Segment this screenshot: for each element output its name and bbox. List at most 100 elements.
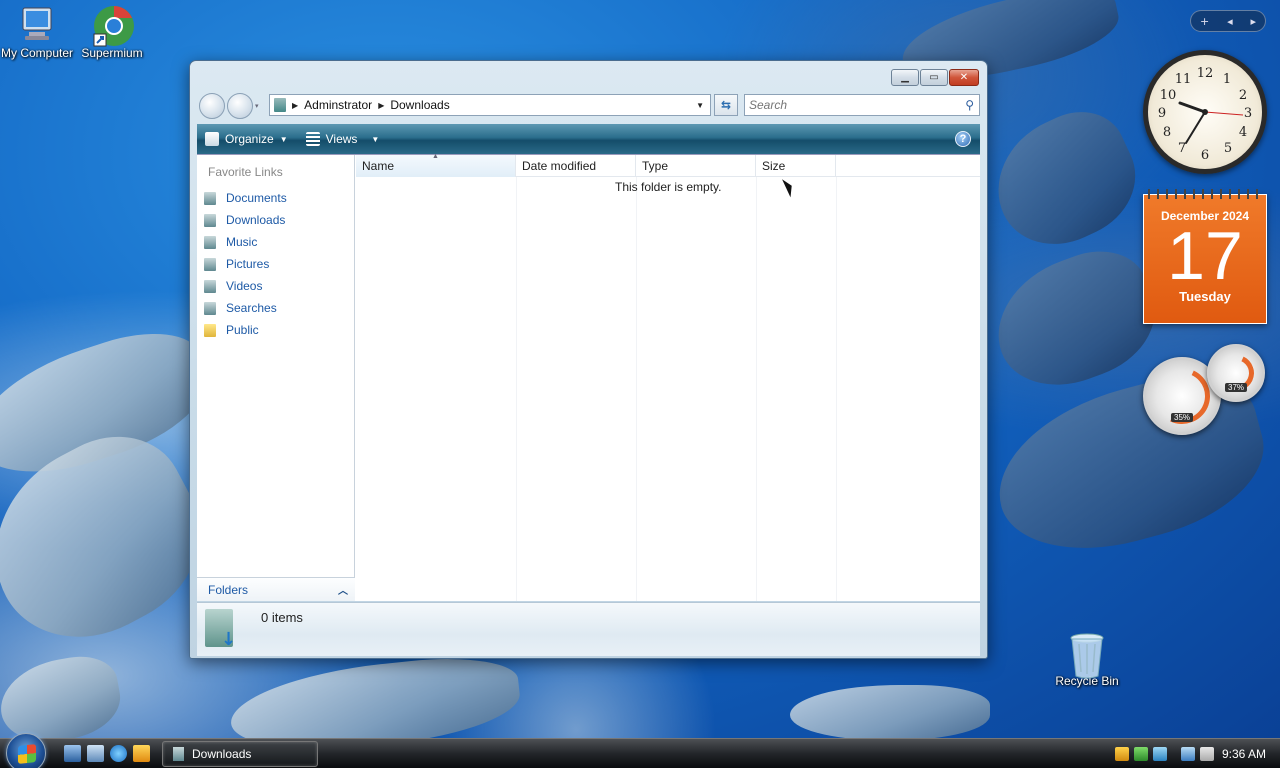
- breadcrumb-arrow-icon[interactable]: ▶: [378, 101, 384, 110]
- address-dropdown-icon[interactable]: ▼: [696, 101, 704, 110]
- views-label: Views: [325, 132, 358, 146]
- search-icon[interactable]: ⚲: [965, 98, 974, 112]
- clock-face-icon: 12 12 345 678 91011: [1158, 66, 1252, 163]
- column-header-size[interactable]: Size: [756, 155, 836, 177]
- nav-item-label: Videos: [226, 279, 263, 293]
- organize-button[interactable]: Organize ▼: [205, 132, 288, 146]
- svg-text:8: 8: [1163, 125, 1171, 140]
- recycle-bin-icon: [1067, 632, 1107, 679]
- forward-button[interactable]: [227, 93, 253, 119]
- sidebar-gadget-controls[interactable]: + ◂ ▸: [1190, 10, 1266, 32]
- explorer-window[interactable]: ▁ ▭ ✕ ▾ ▶ Adminstrator ▶ Downloads ▼ ⇆ ⚲…: [189, 60, 988, 659]
- calendar-day: 17: [1167, 218, 1243, 294]
- svg-text:9: 9: [1158, 106, 1166, 121]
- nav-item-documents[interactable]: Documents: [197, 187, 354, 209]
- svg-text:3: 3: [1244, 106, 1252, 121]
- taskbar-button-downloads[interactable]: Downloads: [162, 741, 318, 767]
- volume-muted-icon[interactable]: [1199, 746, 1214, 761]
- organize-label: Organize: [225, 132, 274, 146]
- calendar-weekday: Tuesday: [1179, 289, 1231, 304]
- checkmark-icon[interactable]: [1133, 746, 1148, 761]
- nav-item-pictures[interactable]: Pictures: [197, 253, 354, 275]
- column-header-name[interactable]: ▲ Name: [356, 153, 516, 177]
- windows-logo-icon: [18, 744, 36, 764]
- desktop-icon-recycle-bin[interactable]: Recycle Bin: [1048, 632, 1126, 688]
- public-folder-icon: [204, 323, 216, 337]
- help-button[interactable]: ?: [955, 131, 971, 147]
- nav-item-videos[interactable]: Videos: [197, 275, 354, 297]
- searches-folder-icon: [204, 301, 216, 315]
- start-button[interactable]: [6, 733, 46, 768]
- desktop-icon-my-computer[interactable]: My Computer: [0, 4, 76, 60]
- organize-icon: [205, 132, 219, 146]
- clock-gadget[interactable]: 12 1 2 345 678 9 10 11: [1143, 50, 1267, 174]
- next-icon[interactable]: ▸: [1251, 15, 1257, 28]
- folders-toggle[interactable]: Folders ︿: [197, 577, 355, 601]
- switch-windows-icon[interactable]: [87, 745, 104, 762]
- add-gadget-icon[interactable]: +: [1200, 15, 1209, 28]
- chevron-down-icon: ▼: [371, 134, 380, 144]
- network-status-icon[interactable]: [1180, 746, 1195, 761]
- show-desktop-icon[interactable]: [64, 745, 81, 762]
- taskbar: Downloads 9:36 AM: [0, 733, 1280, 768]
- nav-item-music[interactable]: Music: [197, 231, 354, 253]
- file-list-pane[interactable]: ▲ Name Date modified Type Size This fold…: [356, 153, 980, 601]
- maximize-button[interactable]: ▭: [920, 69, 948, 86]
- folders-label: Folders: [208, 582, 249, 597]
- memory-meter-gadget[interactable]: 37%: [1207, 344, 1265, 402]
- videos-folder-icon: [204, 279, 216, 293]
- nav-item-label: Pictures: [226, 257, 270, 271]
- nav-item-public[interactable]: Public: [197, 319, 354, 341]
- desktop-icon-label: Supermium: [81, 46, 143, 60]
- address-bar[interactable]: ▶ Adminstrator ▶ Downloads ▼: [269, 94, 711, 116]
- breadcrumb-arrow-icon[interactable]: ▶: [292, 101, 298, 110]
- calendar-gadget[interactable]: December 2024 17 Tuesday: [1143, 189, 1267, 324]
- security-shield-icon[interactable]: [1114, 746, 1129, 761]
- favorite-links-heading: Favorite Links: [208, 165, 283, 179]
- previous-icon[interactable]: ◂: [1227, 15, 1233, 28]
- back-button[interactable]: [199, 93, 225, 119]
- search-input[interactable]: [745, 95, 945, 115]
- recent-pages-dropdown[interactable]: ▾: [255, 102, 263, 110]
- close-button[interactable]: ✕: [949, 69, 979, 86]
- nav-item-label: Music: [226, 235, 258, 249]
- column-header-label: Date modified: [522, 159, 597, 173]
- column-divider: [516, 177, 517, 601]
- wallpaper-fish: [976, 96, 1154, 264]
- svg-text:10: 10: [1160, 88, 1177, 103]
- nav-item-label: Public: [226, 323, 259, 337]
- minimize-button[interactable]: ▁: [891, 69, 919, 86]
- svg-text:5: 5: [1224, 141, 1232, 156]
- sort-ascending-icon: ▲: [432, 153, 439, 160]
- taskbar-clock[interactable]: 9:36 AM: [1222, 747, 1266, 761]
- nav-item-downloads[interactable]: Downloads: [197, 209, 354, 231]
- breadcrumb-item[interactable]: Adminstrator: [304, 98, 372, 112]
- breadcrumb-item[interactable]: Downloads: [390, 98, 449, 112]
- svg-text:4: 4: [1239, 125, 1247, 140]
- supermium-browser-icon: [92, 4, 134, 47]
- column-header-type[interactable]: Type: [636, 155, 756, 177]
- nav-item-label: Documents: [226, 191, 287, 205]
- nav-item-searches[interactable]: Searches: [197, 297, 354, 319]
- documents-folder-icon: [204, 191, 216, 205]
- window-controls: ▁ ▭ ✕: [891, 69, 979, 86]
- internet-explorer-icon[interactable]: [110, 745, 127, 762]
- media-player-icon[interactable]: [133, 745, 150, 762]
- cpu-usage-value: 35%: [1170, 412, 1194, 422]
- svg-text:1: 1: [1223, 72, 1231, 87]
- desktop-icon-supermium[interactable]: Supermium: [73, 4, 151, 60]
- refresh-icon: ⇆: [720, 98, 732, 112]
- maximize-icon: ▭: [929, 72, 939, 83]
- nav-item-label: Searches: [226, 301, 277, 315]
- svg-text:11: 11: [1175, 72, 1192, 87]
- system-tray: 9:36 AM: [1110, 739, 1280, 768]
- calendar-rings: [1148, 189, 1262, 199]
- minimize-icon: ▁: [901, 72, 909, 83]
- search-box[interactable]: ⚲: [744, 94, 980, 116]
- column-header-label: Size: [762, 159, 786, 173]
- refresh-button[interactable]: ⇆: [714, 94, 738, 116]
- views-button[interactable]: Views ▼: [305, 132, 380, 146]
- column-header-date-modified[interactable]: Date modified: [516, 155, 636, 177]
- network-icon[interactable]: [1152, 746, 1167, 761]
- pictures-folder-icon: [204, 257, 216, 271]
